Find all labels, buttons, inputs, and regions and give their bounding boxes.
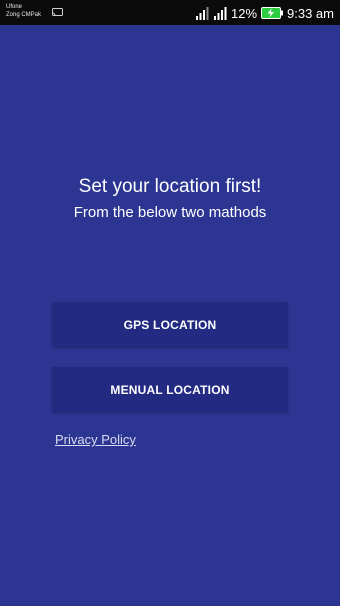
gps-location-button[interactable]: GPS LOCATION (52, 302, 288, 347)
carrier-info: Ufone Zong CMPak (6, 3, 41, 19)
page-title: Set your location first! (78, 176, 262, 197)
carrier-line-2: Zong CMPak (6, 12, 42, 18)
clock-time: 9:33 am (287, 5, 334, 21)
privacy-policy-link[interactable]: Privacy Policy (55, 432, 136, 447)
manual-location-button[interactable]: MENUAL LOCATION (52, 367, 288, 412)
status-icons: 12% 9:33 am (195, 4, 334, 22)
cast-icon (52, 8, 63, 16)
status-bar: Ufone Zong CMPak 12% 9:33 am (0, 0, 340, 25)
carrier-line-1: Ufone (6, 4, 23, 10)
battery-percent: 12% (230, 5, 258, 21)
signal-icon (213, 6, 227, 20)
signal-icon (195, 6, 209, 20)
battery-charging-icon (261, 7, 284, 19)
page-subtitle: From the below two mathods (73, 204, 267, 221)
